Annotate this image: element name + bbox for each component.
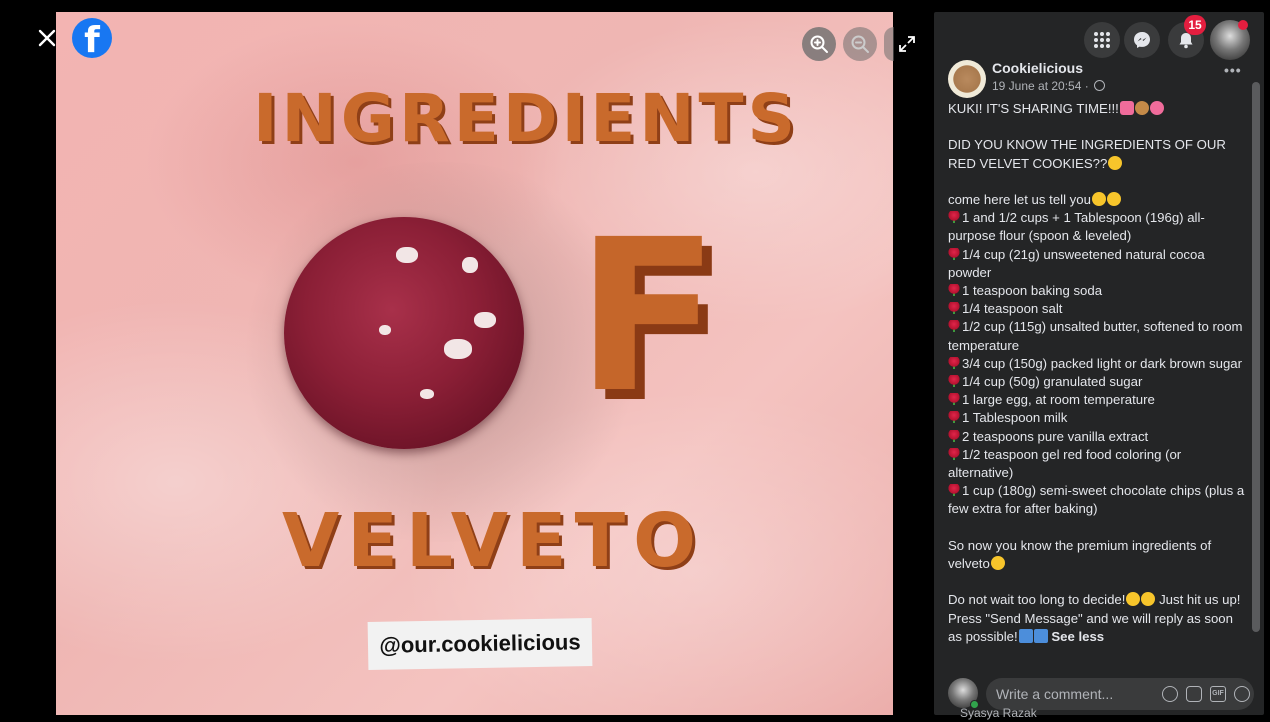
sticker-icon[interactable] — [1234, 686, 1250, 702]
camera-icon[interactable] — [1186, 686, 1202, 702]
white-chip — [379, 325, 391, 335]
rose-emoji-icon — [948, 411, 960, 424]
ingredient-text: 1 cup (180g) semi-sweet chocolate chips … — [948, 483, 1245, 517]
ingredient-item: 1/2 cup (115g) unsalted butter, softened… — [948, 318, 1248, 354]
rose-emoji-icon — [948, 393, 960, 406]
ingredient-item: 1 and 1/2 cups + 1 Tablespoon (196g) all… — [948, 209, 1248, 245]
star-eyes-emoji-icon — [990, 556, 1005, 571]
ingredient-item: 1 large egg, at room temperature — [948, 391, 1248, 409]
ingredient-item: 1/4 cup (21g) unsweetened natural cocoa … — [948, 246, 1248, 282]
white-chip — [420, 389, 434, 399]
post-paragraph: DID YOU KNOW THE INGREDIENTS OF OUR RED … — [948, 136, 1248, 172]
rose-emoji-icon — [948, 302, 960, 315]
see-less-link[interactable]: See less — [1051, 629, 1104, 644]
fullscreen-icon[interactable] — [898, 35, 916, 53]
mailbox-emoji-icon — [1033, 628, 1048, 643]
rose-emoji-icon — [948, 429, 960, 442]
ingredient-item: 3/4 cup (150g) packed light or dark brow… — [948, 355, 1248, 373]
zoom-out-icon[interactable] — [843, 27, 877, 61]
rose-emoji-icon — [948, 211, 960, 224]
ingredient-text: 1 teaspoon baking soda — [962, 283, 1103, 298]
smile-emoji-icon — [1126, 592, 1141, 607]
post-paragraph: come here let us tell you — [948, 191, 1248, 209]
rose-emoji-icon — [948, 484, 960, 497]
ingredient-text: 3/4 cup (150g) packed light or dark brow… — [962, 355, 1243, 371]
post-paragraph: So now you know the premium ingredients … — [948, 537, 1248, 573]
post-line: DID YOU KNOW THE INGREDIENTS OF OUR RED … — [948, 137, 1226, 171]
facebook-logo[interactable]: f — [72, 18, 112, 58]
ingredient-item: 2 teaspoons pure vanilla extract — [948, 428, 1248, 446]
top-bar: 15 — [934, 12, 1264, 64]
ingredient-text: 1 large egg, at room temperature — [962, 392, 1155, 408]
grin-emoji-icon — [1106, 191, 1121, 206]
ingredient-text: 1/4 cup (50g) granulated sugar — [962, 374, 1143, 390]
rose-emoji-icon — [948, 320, 960, 333]
photo-headline-top: INGREDIENTS — [253, 80, 800, 157]
post-text: KUKI! IT'S SHARING TIME!!! DID YOU KNOW … — [948, 100, 1248, 672]
photo-headline-bottom: VELVETO — [282, 498, 704, 584]
globe-icon — [1094, 80, 1106, 91]
ingredient-text: 1/4 cup (21g) unsweetened natural cocoa … — [948, 246, 1205, 280]
messenger-icon[interactable] — [1124, 22, 1160, 58]
post-header: Cookielicious 19 June at 20:54 · ••• — [948, 58, 1248, 98]
ingredient-item: 1/2 teaspoon gel red food coloring (or a… — [948, 446, 1248, 482]
profile-alert-dot — [1238, 20, 1248, 30]
post-paragraph: KUKI! IT'S SHARING TIME!!! — [948, 100, 1248, 118]
more-options-button[interactable]: ••• — [1224, 62, 1248, 78]
photo-headline-letter: F — [576, 194, 720, 439]
white-chip — [462, 257, 478, 273]
heart-emoji-icon — [1149, 101, 1164, 115]
cookie-emoji-icon — [1134, 101, 1149, 115]
photo-handle-label: @our.cookielicious — [367, 618, 593, 670]
envelope-heart-emoji-icon — [1119, 101, 1134, 115]
ingredient-text: 2 teaspoons pure vanilla extract — [962, 428, 1149, 444]
mailbox-emoji-icon — [1018, 628, 1033, 643]
ingredient-item: 1/4 cup (50g) granulated sugar — [948, 373, 1248, 391]
ingredient-item: 1/4 teaspoon salt — [948, 300, 1248, 318]
rose-emoji-icon — [948, 375, 960, 388]
photo-viewer: INGREDIENTS F VELVETO @our.cookielicious… — [0, 0, 932, 722]
gif-icon[interactable]: GIF — [1210, 686, 1226, 702]
ingredient-text: 1 and 1/2 cups + 1 Tablespoon (196g) all… — [948, 210, 1205, 244]
grid-menu-icon[interactable] — [1084, 22, 1120, 58]
notification-badge: 15 — [1184, 15, 1206, 35]
post-photo: INGREDIENTS F VELVETO @our.cookielicious — [56, 12, 893, 715]
white-chip — [396, 247, 418, 263]
post-time-text: 19 June at 20:54 · — [992, 79, 1093, 93]
post-paragraph: Do not wait too long to decide! Just hit… — [948, 591, 1248, 646]
page-avatar[interactable] — [948, 60, 986, 98]
zoom-in-icon[interactable] — [802, 27, 836, 61]
post-panel: 15 Cookielicious 19 June at 20:54 · ••• … — [934, 12, 1264, 720]
commenter-name: Syasya Razak — [960, 706, 1037, 720]
ingredient-text: 1/2 cup (115g) unsalted butter, softened… — [948, 319, 1243, 353]
cookie-image — [284, 217, 524, 449]
post-line: KUKI! IT'S SHARING TIME!!! — [948, 101, 1119, 116]
more-controls-edge[interactable] — [884, 27, 894, 61]
post-line: Do not wait too long to decide! — [948, 592, 1126, 608]
rose-emoji-icon — [948, 284, 960, 296]
rose-emoji-icon — [948, 356, 960, 369]
post-line: So now you know the premium ingredients … — [948, 537, 1212, 572]
ingredient-text: 1/2 teaspoon gel red food coloring (or a… — [948, 446, 1182, 481]
ingredient-text: 1/4 teaspoon salt — [962, 301, 1063, 317]
ingredient-item: 1 teaspoon baking soda — [948, 282, 1248, 300]
post-timestamp[interactable]: 19 June at 20:54 · — [992, 79, 1106, 93]
scrollbar-thumb[interactable] — [1252, 82, 1260, 632]
rose-emoji-icon — [948, 247, 960, 260]
white-chip — [474, 312, 496, 328]
close-icon[interactable] — [36, 27, 58, 49]
emoji-icon[interactable] — [1162, 686, 1178, 702]
grin-emoji-icon — [1091, 191, 1106, 206]
ingredient-item: 1 Tablespoon milk — [948, 409, 1248, 427]
scrollbar[interactable] — [1252, 70, 1260, 634]
page-name-link[interactable]: Cookielicious — [992, 60, 1083, 76]
smile-emoji-icon — [1141, 592, 1156, 607]
rose-emoji-icon — [948, 447, 960, 460]
thinking-emoji-icon — [1108, 155, 1123, 170]
post-line: come here let us tell you — [948, 191, 1091, 207]
ingredient-item: 1 cup (180g) semi-sweet chocolate chips … — [948, 482, 1248, 518]
white-chip — [444, 339, 472, 359]
ingredient-text: 1 Tablespoon milk — [962, 410, 1068, 426]
